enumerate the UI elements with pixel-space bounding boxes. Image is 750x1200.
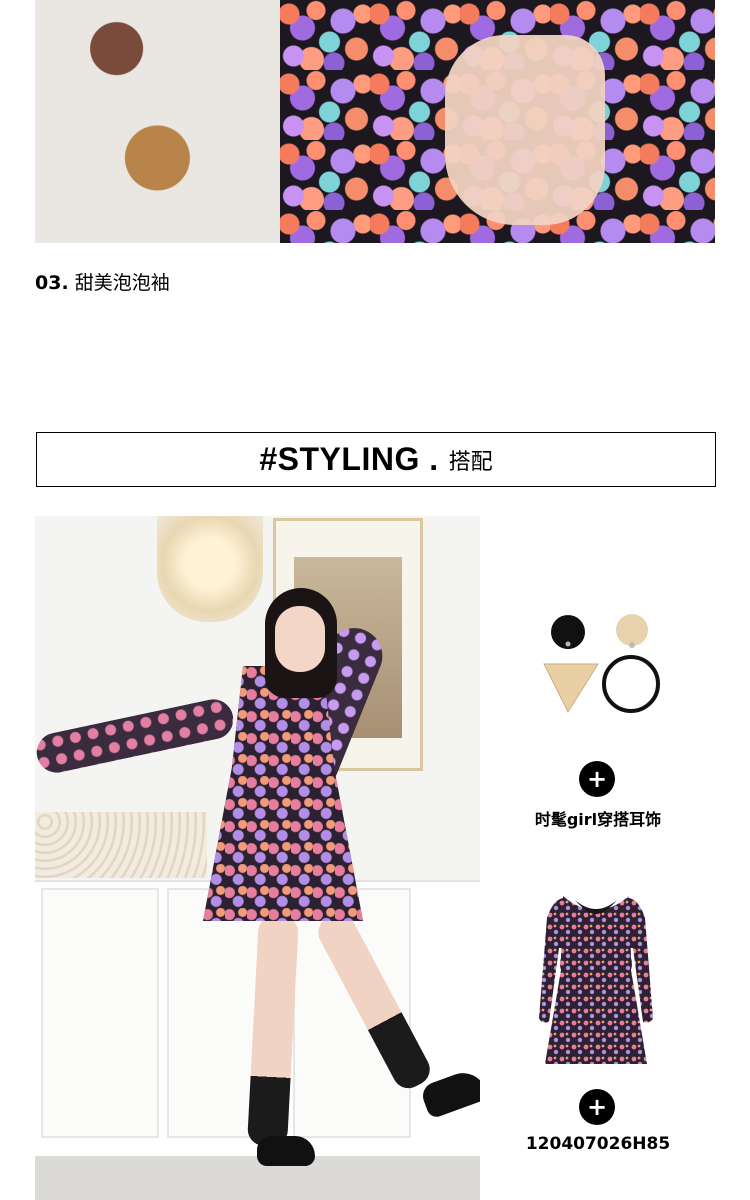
hand (445, 35, 605, 225)
styling-title: #STYLING . (259, 441, 439, 477)
model-left-shoe (257, 1136, 315, 1166)
feature-caption: 03. 甜美泡泡袖 (35, 268, 170, 295)
earrings-icon (543, 614, 660, 714)
cabinet-door (41, 888, 159, 1138)
floor (35, 1156, 480, 1200)
dress-sku-label[interactable]: 120407026H85 (488, 1134, 708, 1154)
dress-icon (539, 896, 653, 1064)
lace-cloth (35, 812, 207, 878)
model-left-arm (35, 695, 237, 777)
add-dress-button[interactable]: + (579, 1089, 615, 1125)
model-face (275, 606, 325, 672)
styling-model-photo (35, 516, 480, 1200)
hero-photo-sleeve (35, 0, 715, 243)
wall-lamp (157, 516, 263, 622)
styling-header: #STYLING . 搭配 (36, 432, 716, 487)
styling-subtitle: 搭配 (448, 449, 493, 475)
add-earrings-button[interactable]: + (579, 761, 615, 797)
feature-number: 03. (35, 272, 69, 294)
earrings-label[interactable]: 时髦girl穿搭耳饰 (488, 806, 708, 830)
feature-text: 甜美泡泡袖 (74, 272, 170, 294)
earrings-product-image[interactable] (540, 612, 665, 724)
dress-product-image[interactable] (535, 888, 657, 1070)
